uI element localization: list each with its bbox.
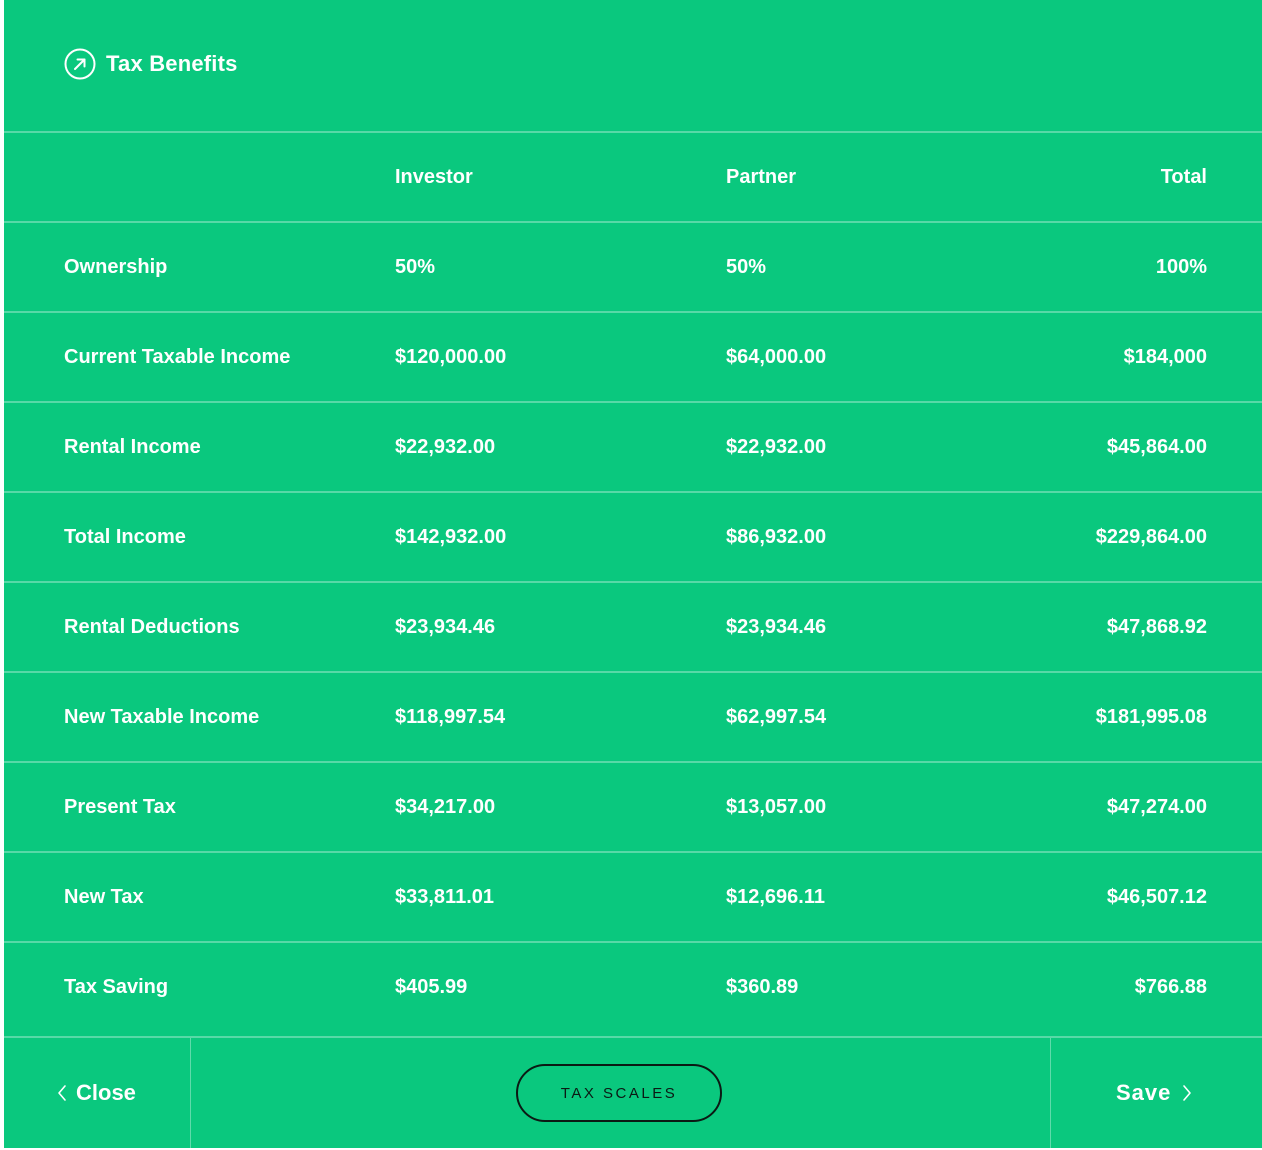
- panel-header: Tax Benefits: [64, 44, 238, 84]
- investor-value: $23,934.46: [395, 616, 496, 638]
- table-row: Tax Saving $405.99 $360.89 $766.88: [4, 941, 1262, 1031]
- row-label: Tax Saving: [64, 976, 169, 998]
- partner-value: $64,000.00: [726, 346, 827, 368]
- total-value: $47,868.92: [1106, 616, 1207, 638]
- partner-value: $62,997.54: [726, 706, 827, 728]
- investor-value: $33,811.01: [395, 886, 494, 908]
- row-label: Present Tax: [64, 796, 176, 818]
- row-label: New Tax: [64, 886, 144, 908]
- partner-value: $86,932.00: [726, 526, 827, 548]
- close-label: Close: [76, 1080, 136, 1105]
- chevron-right-icon: [1181, 1083, 1193, 1103]
- arrow-up-right-circle-icon: [64, 48, 96, 80]
- total-value: $47,274.00: [1106, 796, 1207, 818]
- partner-value: 50%: [726, 256, 767, 278]
- row-label: Ownership: [64, 256, 168, 278]
- table-row: New Taxable Income $118,997.54 $62,997.5…: [4, 671, 1262, 761]
- table-row: Present Tax $34,217.00 $13,057.00 $47,27…: [4, 761, 1262, 851]
- table-row: Total Income $142,932.00 $86,932.00 $229…: [4, 491, 1262, 581]
- row-label: Rental Income: [64, 436, 201, 458]
- footer-divider: [1050, 1038, 1051, 1150]
- investor-value: $142,932.00: [395, 526, 507, 548]
- investor-value: $405.99: [395, 976, 468, 998]
- investor-value: $118,997.54: [395, 706, 506, 728]
- save-label: Save: [1116, 1080, 1172, 1105]
- partner-value: $13,057.00: [726, 796, 827, 818]
- total-value: $46,507.12: [1106, 886, 1207, 908]
- column-header-investor: Investor: [395, 166, 473, 188]
- partner-value: $12,696.11: [726, 886, 825, 908]
- row-label: Rental Deductions: [64, 616, 240, 638]
- total-value: $766.88: [1134, 976, 1207, 998]
- partner-value: $22,932.00: [726, 436, 827, 458]
- panel-footer: Close TAX SCALES Save: [4, 1036, 1262, 1150]
- close-button[interactable]: Close: [56, 1038, 136, 1148]
- investor-value: $120,000.00: [395, 346, 507, 368]
- table-row: Ownership 50% 50% 100%: [4, 221, 1262, 311]
- footer-divider: [190, 1038, 191, 1150]
- investor-value: 50%: [395, 256, 436, 278]
- total-value: 100%: [1155, 256, 1207, 278]
- investor-value: $34,217.00: [395, 796, 496, 818]
- partner-value: $360.89: [726, 976, 799, 998]
- row-label: Current Taxable Income: [64, 346, 291, 368]
- total-value: $184,000: [1123, 346, 1207, 368]
- row-label: New Taxable Income: [64, 706, 260, 728]
- table-row: Rental Deductions $23,934.46 $23,934.46 …: [4, 581, 1262, 671]
- column-header-partner: Partner: [726, 166, 797, 188]
- table-row: Rental Income $22,932.00 $22,932.00 $45,…: [4, 401, 1262, 491]
- table-row: Current Taxable Income $120,000.00 $64,0…: [4, 311, 1262, 401]
- investor-value: $22,932.00: [395, 436, 496, 458]
- save-button[interactable]: Save: [1116, 1038, 1193, 1148]
- row-label: Total Income: [64, 526, 186, 548]
- total-value: $45,864.00: [1106, 436, 1207, 458]
- panel-title: Tax Benefits: [106, 51, 238, 76]
- column-header-total: Total: [1160, 166, 1207, 188]
- total-value: $181,995.08: [1095, 706, 1207, 728]
- tax-benefits-panel: Tax Benefits Investor Partner Total Owne…: [0, 0, 1262, 1150]
- tax-scales-button[interactable]: TAX SCALES: [516, 1064, 722, 1122]
- tax-benefits-table: Investor Partner Total Ownership 50% 50%…: [4, 131, 1262, 1031]
- table-row: New Tax $33,811.01 $12,696.11 $46,507.12: [4, 851, 1262, 941]
- table-header-row: Investor Partner Total: [4, 131, 1262, 221]
- partner-value: $23,934.46: [726, 616, 827, 638]
- total-value: $229,864.00: [1095, 526, 1207, 548]
- chevron-left-icon: [56, 1083, 68, 1103]
